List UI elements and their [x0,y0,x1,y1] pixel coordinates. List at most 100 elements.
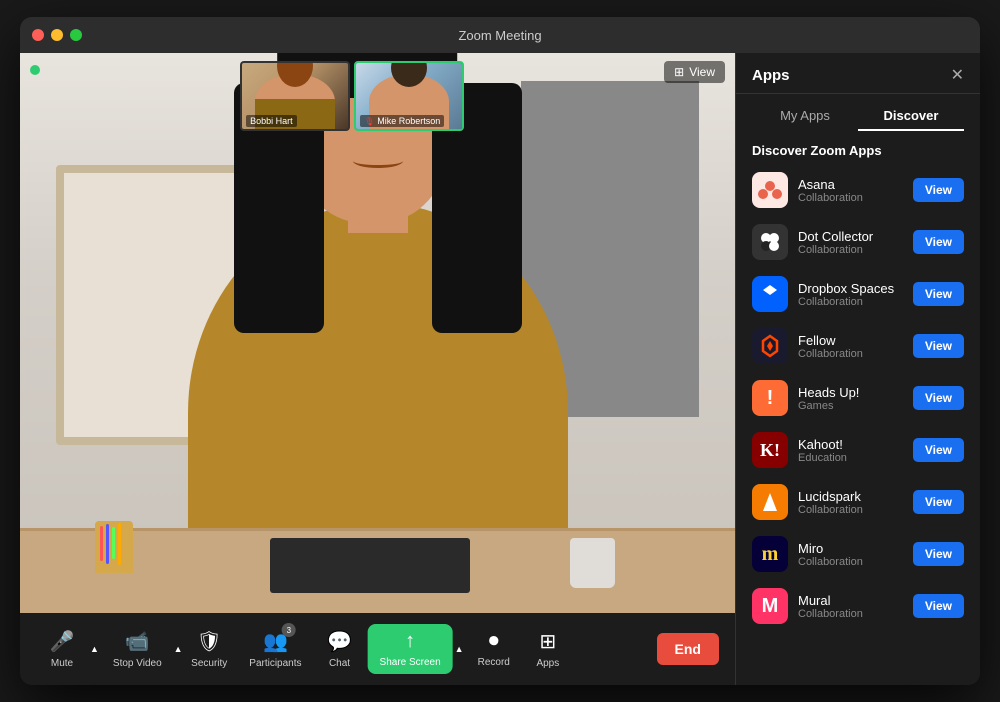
view-button[interactable]: ⊞ View [664,61,725,83]
tab-my-apps[interactable]: My Apps [752,102,858,131]
mute-button[interactable]: 🎤 Mute [36,623,88,675]
security-label: Security [191,658,227,669]
apps-section-title: Discover Zoom Apps [736,131,980,164]
miro-icon: m [752,536,788,572]
video-icon: 📹 [125,629,150,654]
share-screen-caret[interactable]: ▲ [453,644,466,654]
asana-icon [752,172,788,208]
fellow-category: Collaboration [798,348,903,360]
headsup-info: Heads Up! Games [798,385,903,412]
miro-icon-text: m [762,543,779,566]
headsup-icon-text: ! [767,387,774,410]
dropbox-view-button[interactable]: View [913,282,964,306]
mute-group: 🎤 Mute ▲ [36,623,101,675]
connection-indicator [30,65,40,75]
maximize-button[interactable] [70,29,82,41]
asana-view-button[interactable]: View [913,178,964,202]
record-icon: ⏺ [489,630,499,653]
asana-name: Asana [798,177,903,192]
end-button[interactable]: End [657,633,719,665]
apps-label: Apps [536,658,559,669]
kahoot-icon: K! [752,432,788,468]
tab-discover[interactable]: Discover [858,102,964,131]
stop-video-button[interactable]: 📹 Stop Video [103,623,172,675]
share-screen-button[interactable]: ↑ Share Screen [368,624,453,674]
pencil-cup [95,521,133,573]
headsup-view-button[interactable]: View [913,386,964,410]
apps-panel: Apps ✕ My Apps Discover Discover Zoom Ap… [735,53,980,685]
pencil-blue [106,524,109,564]
participants-button[interactable]: 👥 3 Participants [239,623,311,675]
lucidspark-view-button[interactable]: View [913,490,964,514]
coffee-cup [570,538,615,588]
share-screen-icon: ↑ [405,630,415,653]
thumbnail-mike[interactable]: 🎙 Mike Robertson [354,61,464,131]
dropbox-icon [752,276,788,312]
participants-count: 3 [282,623,296,637]
lucidspark-name: Lucidspark [798,489,903,504]
share-screen-label: Share Screen [380,657,441,668]
close-apps-panel-button[interactable]: ✕ [951,65,964,85]
close-button[interactable] [32,29,44,41]
dropbox-info: Dropbox Spaces Collaboration [798,281,903,308]
thumbnail-row: Bobbi Hart 🎙 Mike Robertson [240,61,464,131]
miro-view-button[interactable]: View [913,542,964,566]
pencil-red [100,526,103,561]
minimize-button[interactable] [51,29,63,41]
mural-category: Collaboration [798,608,903,620]
headsup-name: Heads Up! [798,385,903,400]
window-controls [32,29,82,41]
thumbnail-bobbi[interactable]: Bobbi Hart [240,61,350,131]
chat-button[interactable]: 💬 Chat [314,623,366,675]
kahoot-info: Kahoot! Education [798,437,903,464]
apps-icon: ⊞ [539,629,556,654]
pencil-orange [118,523,121,565]
miro-name: Miro [798,541,903,556]
main-video-content [20,53,735,613]
record-button[interactable]: ⏺ Record [468,624,520,674]
security-icon: 🛡 [197,629,222,654]
pencil-green [112,527,115,559]
muted-icon: 🎙 [364,117,374,126]
toolbar-left-group: 🎤 Mute ▲ 📹 Stop Video ▲ [36,623,185,675]
mural-info: Mural Collaboration [798,593,903,620]
lucidspark-info: Lucidspark Collaboration [798,489,903,516]
stop-video-label: Stop Video [113,658,162,669]
mural-view-button[interactable]: View [913,594,964,618]
chat-label: Chat [329,658,350,669]
miro-category: Collaboration [798,556,903,568]
headsup-icon: ! [752,380,788,416]
kahoot-name: Kahoot! [798,437,903,452]
thumbnail-mike-name: 🎙 Mike Robertson [360,115,444,127]
dot-collector-view-button[interactable]: View [913,230,964,254]
dropbox-name: Dropbox Spaces [798,281,903,296]
dot-collector-category: Collaboration [798,244,903,256]
lucidspark-category: Collaboration [798,504,903,516]
share-screen-group: ↑ Share Screen ▲ [368,624,466,674]
mute-label: Mute [51,658,73,669]
video-top-bar: Bobbi Hart 🎙 Mike Robertson [20,53,735,131]
titlebar: Zoom Meeting [20,17,980,53]
asana-info: Asana Collaboration [798,177,903,204]
app-item-dropbox: Dropbox Spaces Collaboration View [744,268,972,320]
kahoot-icon-text: K! [760,440,780,461]
dot-collector-info: Dot Collector Collaboration [798,229,903,256]
fellow-name: Fellow [798,333,903,348]
dot-collector-name: Dot Collector [798,229,903,244]
security-button[interactable]: 🛡 Security [181,623,237,675]
app-item-mural: M Mural Collaboration View [744,580,972,632]
main-area: Bobbi Hart 🎙 Mike Robertson [20,53,980,685]
participants-icon: 👥 3 [263,629,288,654]
apps-button[interactable]: ⊞ Apps [522,623,574,675]
toolbar-center-group: 🛡 Security 👥 3 Participants 💬 [181,623,574,675]
fellow-info: Fellow Collaboration [798,333,903,360]
fellow-icon [752,328,788,364]
fellow-view-button[interactable]: View [913,334,964,358]
app-item-headsup: ! Heads Up! Games View [744,372,972,424]
kahoot-view-button[interactable]: View [913,438,964,462]
asana-category: Collaboration [798,192,903,204]
miro-info: Miro Collaboration [798,541,903,568]
app-item-dot-collector: Dot Collector Collaboration View [744,216,972,268]
mute-caret[interactable]: ▲ [88,644,101,654]
zoom-window: Zoom Meeting Bobbi Hart [20,17,980,685]
